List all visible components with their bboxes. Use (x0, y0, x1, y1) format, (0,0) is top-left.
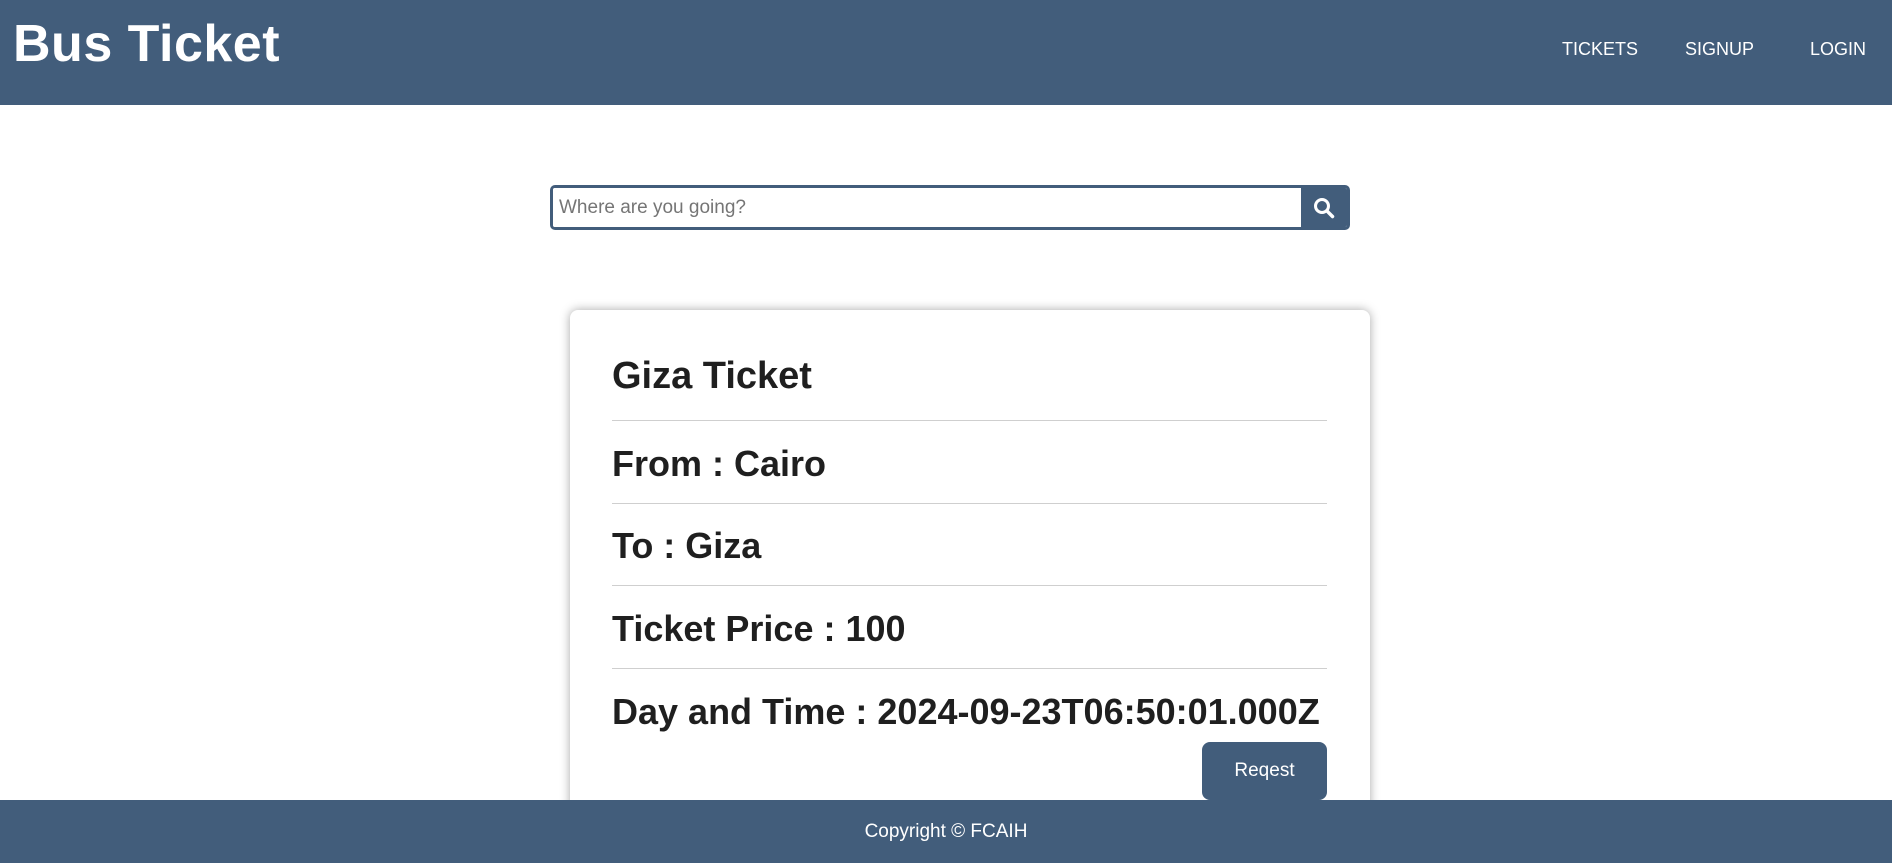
ticket-to: To : Giza (612, 525, 762, 566)
ticket-title: Giza Ticket (612, 355, 812, 397)
nav-link-signup[interactable]: SIGNUP (1685, 38, 1754, 60)
divider (612, 420, 1327, 421)
divider (612, 503, 1327, 504)
divider (612, 585, 1327, 586)
ticket-from: From : Cairo (612, 443, 827, 484)
search-button[interactable] (1301, 188, 1347, 227)
brand-title[interactable]: Bus Ticket (13, 12, 280, 76)
footer: Copyright © FCAIH (0, 800, 1892, 863)
divider (612, 668, 1327, 669)
navbar: Bus Ticket TICKETS SIGNUP LOGIN (0, 0, 1892, 105)
nav-link-tickets[interactable]: TICKETS (1562, 38, 1638, 60)
ticket-datetime: Day and Time : 2024-09-23T06:50:01.000Z (612, 691, 1320, 732)
footer-copyright: Copyright © FCAIH (864, 821, 1028, 842)
ticket-card: Giza Ticket From : Cairo To : Giza Ticke… (570, 310, 1370, 830)
search-icon (1314, 197, 1335, 218)
ticket-price: Ticket Price : 100 (612, 608, 906, 649)
nav-link-login[interactable]: LOGIN (1810, 38, 1866, 60)
search-input[interactable] (553, 188, 1305, 227)
request-button[interactable]: Reqest (1202, 742, 1327, 800)
search-bar (550, 185, 1350, 230)
